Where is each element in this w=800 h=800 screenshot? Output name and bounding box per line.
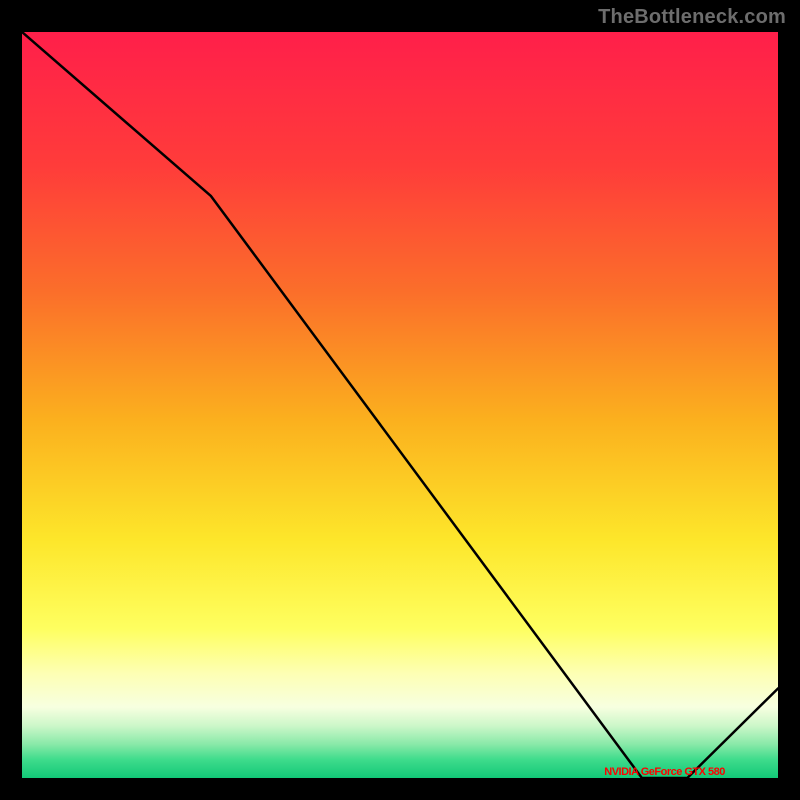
nvidia-label: NVIDIA GeForce GTX 580 bbox=[604, 766, 725, 778]
stage: TheBottleneck.com NVIDIA GeForce GTX 580 bbox=[0, 0, 800, 800]
chart-svg bbox=[22, 32, 778, 778]
chart-area: NVIDIA GeForce GTX 580 bbox=[18, 28, 782, 782]
watermark-text: TheBottleneck.com bbox=[598, 6, 786, 29]
gradient-background bbox=[22, 32, 778, 778]
